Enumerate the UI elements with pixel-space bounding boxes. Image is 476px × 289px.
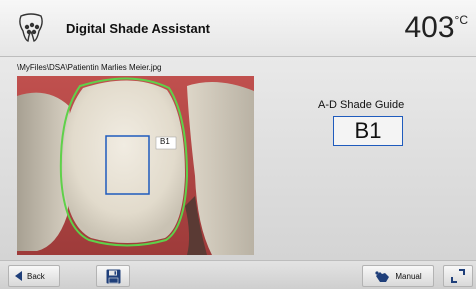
manual-label: Manual [395,271,422,281]
measurement-label: B1 [160,137,170,146]
header-bar: Digital Shade Assistant 403°C [0,0,476,57]
file-path: \MyFiles\DSA\Patientin Marlies Meier.jpg [17,63,162,72]
tooth-photo[interactable]: B1 [17,76,254,255]
footer-bar: Back Manual [0,260,476,289]
temperature-unit: °C [454,13,468,27]
temperature-value: 403 [404,11,455,44]
back-label: Back [27,271,45,281]
corner-expand-icon [451,269,465,283]
save-button[interactable] [96,265,130,287]
main-panel: \MyFiles\DSA\Patientin Marlies Meier.jpg [0,57,476,260]
shade-guide-title: A-D Shade Guide [318,99,405,111]
temperature-display: 403°C [404,11,468,45]
manual-button[interactable]: Manual [362,265,434,287]
triangle-left-icon [15,271,22,281]
shade-result: B1 [333,116,403,146]
expand-button[interactable] [443,265,473,287]
teeth-dots-icon [19,13,43,42]
back-button[interactable]: Back [8,265,60,287]
app-title: Digital Shade Assistant [66,21,210,36]
floppy-disk-icon [106,269,120,283]
hand-pointer-icon [375,270,390,282]
